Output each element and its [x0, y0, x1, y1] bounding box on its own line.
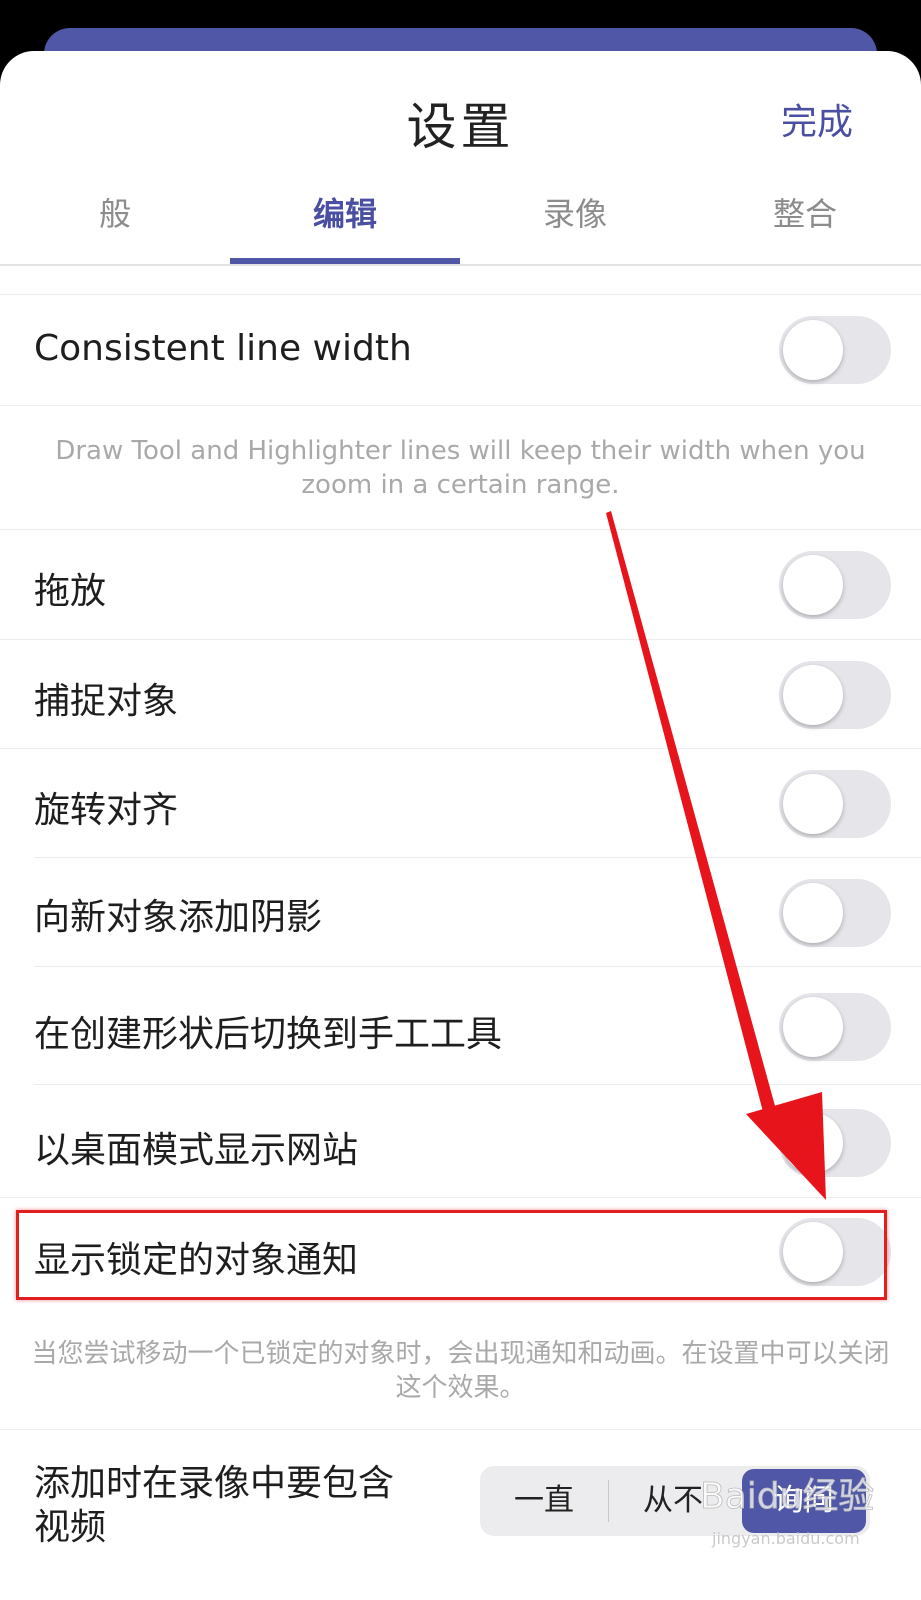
setting-row-consistent-line-width: Consistent line width [0, 295, 921, 405]
segment-never[interactable]: 从不 [609, 1466, 737, 1536]
toggle-knob [783, 1113, 843, 1173]
include-video-segmented-control: 一直 从不 询问 [480, 1466, 870, 1536]
toggle-knob [783, 665, 843, 725]
setting-label: 在创建形状后切换到手工工具 [34, 1014, 503, 1055]
setting-row-snap-objects: 捕捉对象 [0, 640, 921, 750]
setting-label: 拖放 [34, 571, 107, 612]
consistent-line-width-note: Draw Tool and Highlighter lines will kee… [55, 436, 866, 500]
setting-label-line2: 视频 [34, 1507, 107, 1548]
consistent-line-width-toggle[interactable] [779, 316, 891, 384]
drag-drop-toggle[interactable] [779, 551, 891, 619]
active-tab-indicator [230, 258, 460, 264]
rotate-align-toggle[interactable] [779, 770, 891, 838]
settings-sheet: 设置 完成 般 编辑 录像 整合 Consistent line width D… [0, 51, 921, 1600]
setting-label: 向新对象添加阴影 [34, 897, 323, 938]
setting-row-desktop-mode: 以桌面模式显示网站 [0, 1085, 921, 1197]
tab-integration[interactable]: 整合 [690, 176, 920, 264]
snap-objects-toggle[interactable] [779, 661, 891, 729]
divider [0, 405, 921, 406]
toggle-knob [783, 997, 843, 1057]
switch-hand-tool-toggle[interactable] [779, 993, 891, 1061]
sheet-header: 设置 完成 [0, 51, 921, 176]
highlight-box [16, 1210, 887, 1300]
done-button[interactable]: 完成 [781, 93, 853, 145]
setting-label: Consistent line width [34, 328, 412, 369]
setting-row-include-video: 添加时在录像中要包含 视频 一直 从不 询问 [0, 1430, 921, 1570]
setting-label: 捕捉对象 [34, 681, 179, 722]
tab-general[interactable]: 般 [0, 176, 230, 264]
segment-always[interactable]: 一直 [480, 1466, 608, 1536]
toggle-knob [783, 774, 843, 834]
setting-label: 旋转对齐 [34, 790, 179, 831]
setting-row-drag-drop: 拖放 [0, 530, 921, 640]
tab-edit[interactable]: 编辑 [230, 176, 460, 264]
tab-recording[interactable]: 录像 [460, 176, 690, 264]
locked-notice-note: 当您尝试移动一个已锁定的对象时，会出现通知和动画。在设置中可以关闭这个效果。 [31, 1339, 890, 1403]
segment-ask[interactable]: 询问 [742, 1469, 866, 1533]
toggle-knob [783, 883, 843, 943]
setting-row-switch-hand-tool: 在创建形状后切换到手工工具 [0, 967, 921, 1085]
toggle-knob [783, 555, 843, 615]
setting-row-rotate-align: 旋转对齐 [0, 749, 921, 859]
tab-bar: 般 编辑 录像 整合 [0, 176, 921, 266]
setting-label: 以桌面模式显示网站 [34, 1130, 359, 1171]
setting-row-add-shadow: 向新对象添加阴影 [0, 858, 921, 968]
toggle-knob [783, 320, 843, 380]
desktop-mode-toggle[interactable] [779, 1109, 891, 1177]
add-shadow-toggle[interactable] [779, 879, 891, 947]
